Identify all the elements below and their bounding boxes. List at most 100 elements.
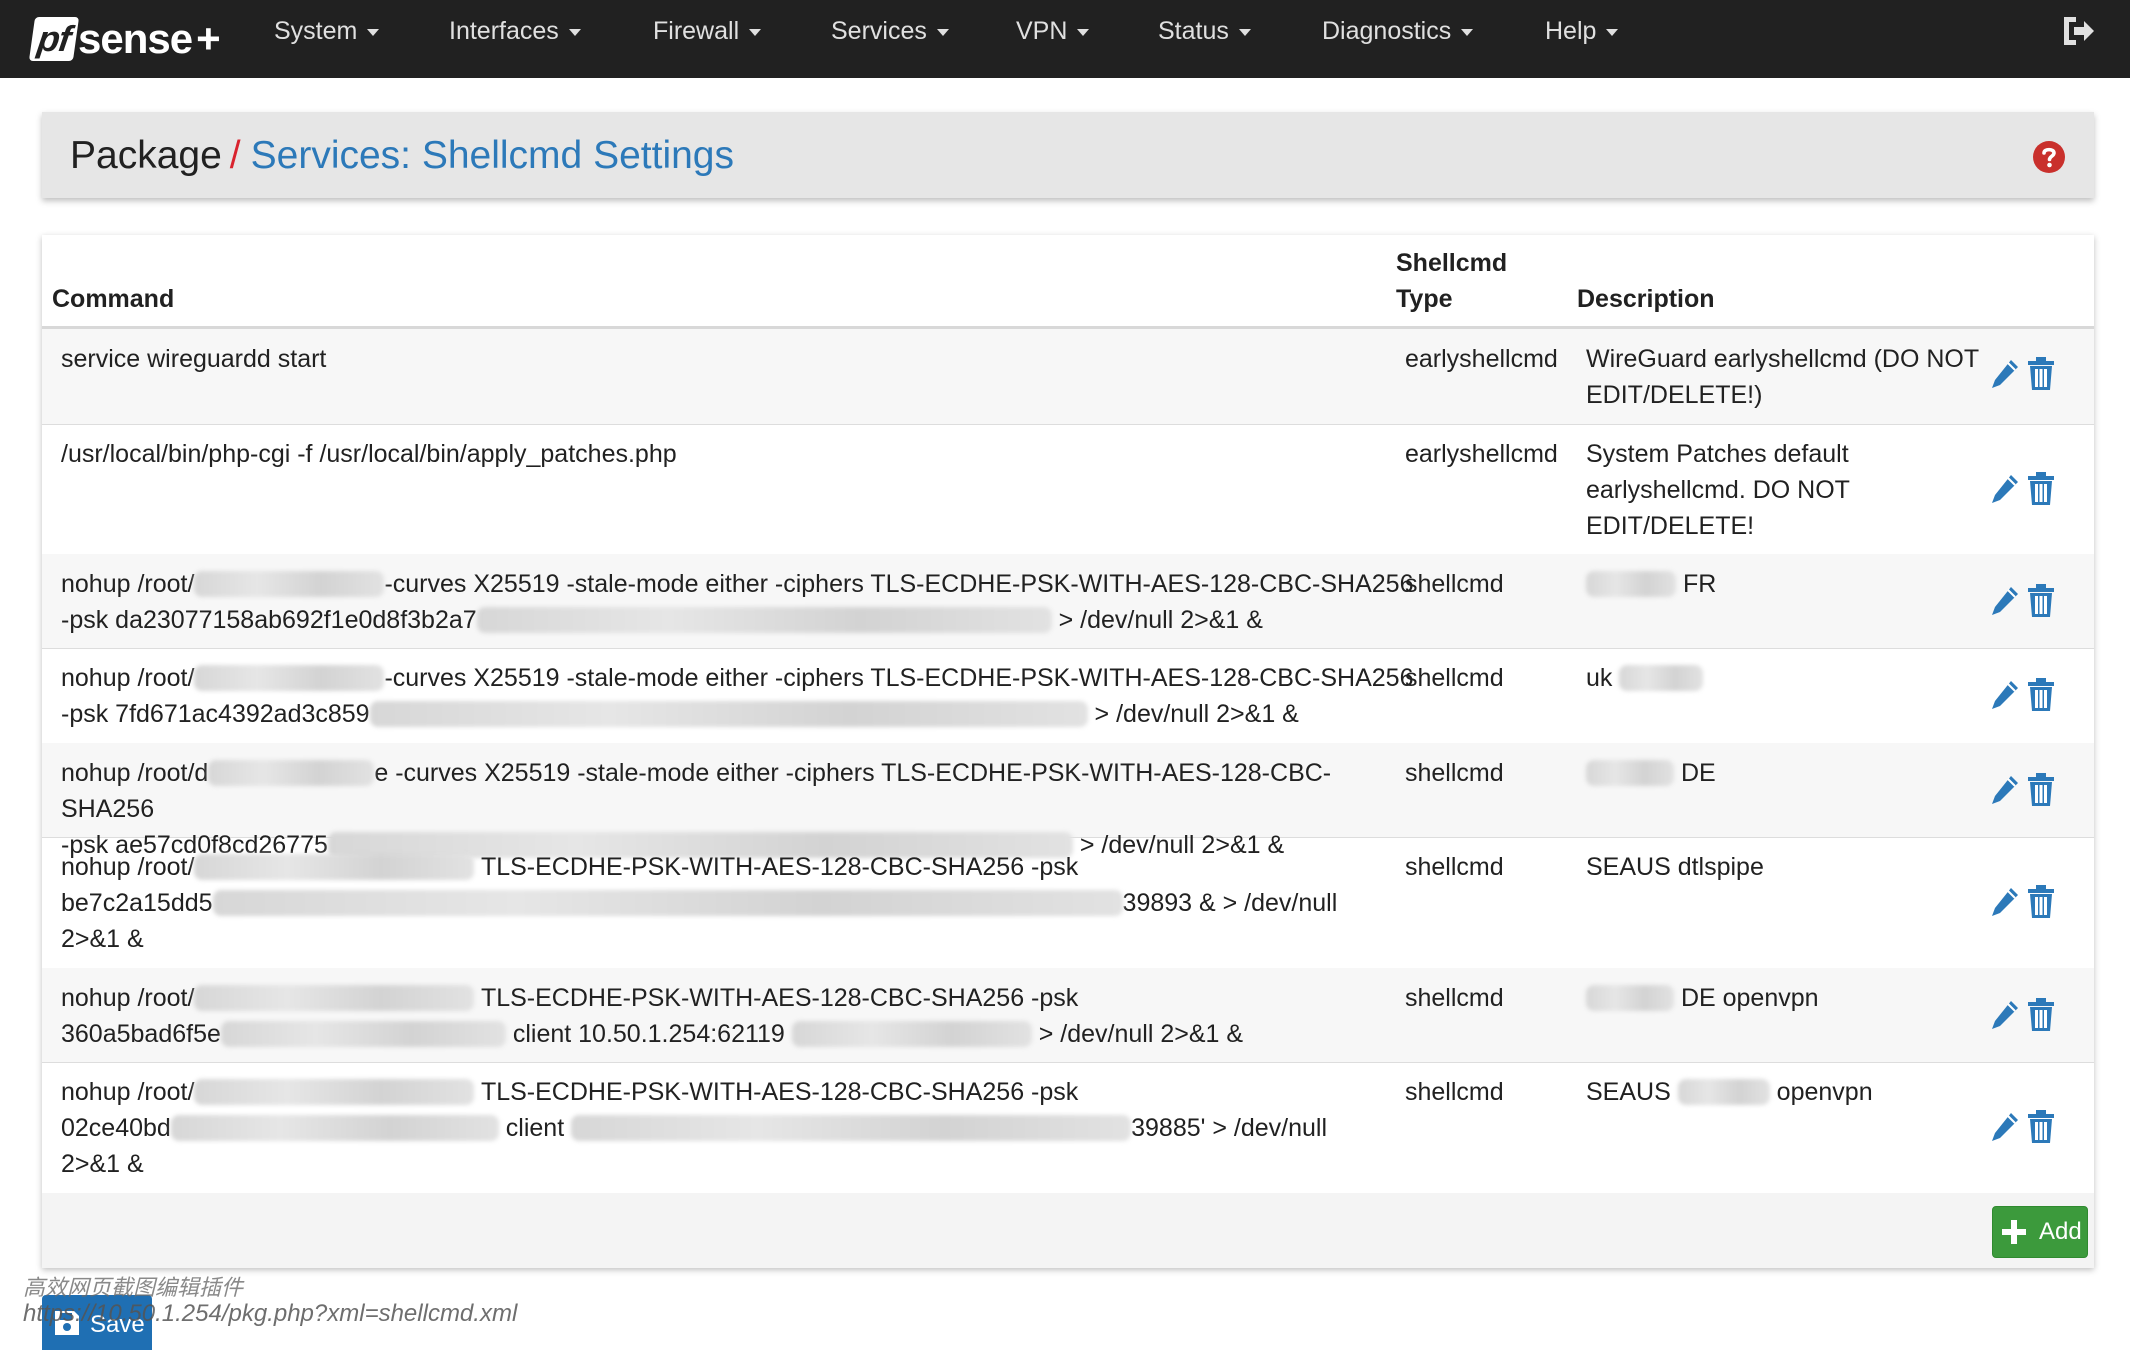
- table-row: nohup /root/ TLS-ECDHE-PSK-WITH-AES-128-…: [42, 968, 2094, 1063]
- description-text: uk: [1586, 664, 1613, 692]
- redacted-text: [194, 854, 475, 880]
- description-cell: DE: [1586, 755, 1981, 791]
- command-text: /usr/local/bin/php-cgi -f /usr/local/bin…: [61, 440, 677, 468]
- caret-down-icon: [367, 28, 380, 36]
- redacted-text: [1586, 985, 1674, 1011]
- redacted-text: [369, 701, 1088, 727]
- caret-down-icon: [1238, 28, 1251, 36]
- nav-menu-interfaces[interactable]: Interfaces: [449, 0, 581, 62]
- description-line: System Patches default: [1586, 440, 1849, 468]
- description-cell: uk: [1586, 660, 1981, 696]
- pencil-icon[interactable]: [1989, 998, 2021, 1032]
- logout-icon[interactable]: [2060, 14, 2096, 48]
- table-row: /usr/local/bin/php-cgi -f /usr/local/bin…: [42, 424, 2094, 555]
- redacted-text: [571, 1115, 1132, 1141]
- nav-menu-firewall[interactable]: Firewall: [653, 0, 762, 62]
- trash-icon[interactable]: [2027, 1110, 2055, 1144]
- redacted-text: [1586, 760, 1674, 786]
- nav-menu-label: Help: [1545, 17, 1597, 45]
- breadcrumb-panel: Package / Services: Shellcmd Settings: [42, 112, 2094, 198]
- pencil-icon[interactable]: [1989, 472, 2021, 506]
- command-text: nohup /root/: [61, 984, 195, 1012]
- description-text: SEAUS: [1586, 1078, 1671, 1106]
- command-text: -curves X25519 -stale-mode either -ciphe…: [384, 570, 1414, 598]
- description-cell: DE openvpn: [1586, 980, 1981, 1016]
- pencil-icon[interactable]: [1989, 885, 2021, 919]
- description-line: earlyshellcmd. DO NOT: [1586, 476, 1850, 504]
- plus-icon: [2002, 1220, 2026, 1244]
- description-text: DE openvpn: [1680, 984, 1819, 1012]
- pencil-icon[interactable]: [1989, 1110, 2021, 1144]
- command-text: TLS-ECDHE-PSK-WITH-AES-128-CBC-SHA256 -p…: [480, 984, 1079, 1012]
- redacted-text: [1677, 1079, 1770, 1105]
- trash-icon[interactable]: [2027, 998, 2055, 1032]
- description-text: DE: [1680, 759, 1716, 787]
- type-cell: shellcmd: [1405, 570, 1504, 598]
- command-text: 02ce40bd: [61, 1114, 171, 1142]
- trash-icon[interactable]: [2027, 584, 2055, 618]
- pencil-icon[interactable]: [1989, 584, 2021, 618]
- table-row: nohup /root/ TLS-ECDHE-PSK-WITH-AES-128-…: [42, 837, 2094, 969]
- command-text: > /dev/null 2>&1 &: [1094, 700, 1299, 728]
- description-cell: System Patches default earlyshellcmd. DO…: [1586, 436, 1981, 544]
- trash-icon[interactable]: [2027, 885, 2055, 919]
- pencil-icon[interactable]: [1989, 773, 2021, 807]
- command-text: client: [505, 1114, 565, 1142]
- command-text: be7c2a15dd5: [61, 889, 213, 917]
- command-cell: nohup /root/ -curves X25519 -stale-mode e…: [61, 566, 1421, 638]
- nav-menu-diagnostics[interactable]: Diagnostics: [1322, 0, 1474, 62]
- command-text: 39893 & > /dev/null: [1122, 889, 1338, 917]
- redacted-text: [1619, 665, 1704, 691]
- add-button[interactable]: Add: [1992, 1206, 2088, 1258]
- status-bar-url: https://10.50.1.254/pkg.php?xml=shellcmd…: [23, 1300, 518, 1327]
- command-text: nohup /root/: [61, 1078, 195, 1106]
- nav-menu-label: Diagnostics: [1322, 17, 1452, 45]
- nav-menu-system[interactable]: System: [274, 0, 380, 62]
- command-text: 360a5bad6f5e: [61, 1020, 221, 1048]
- table-row: nohup /root/ -curves X25519 -stale-mode e…: [42, 648, 2094, 744]
- type-cell: shellcmd: [1405, 664, 1504, 692]
- column-header-type-line1: Shellcmd: [1396, 249, 1508, 277]
- caret-down-icon: [936, 28, 949, 36]
- type-cell: shellcmd: [1405, 984, 1504, 1012]
- column-header-command: Command: [52, 285, 175, 313]
- type-cell: earlyshellcmd: [1405, 345, 1558, 373]
- command-cell: nohup /root/ -curves X25519 -stale-mode e…: [61, 660, 1421, 732]
- nav-menu-services[interactable]: Services: [831, 0, 949, 62]
- type-cell: shellcmd: [1405, 1078, 1504, 1106]
- command-text: client 10.50.1.254:62119: [512, 1020, 785, 1048]
- redacted-text: [476, 607, 1052, 633]
- command-text: 2>&1 &: [61, 925, 144, 953]
- description-line: EDIT/DELETE!: [1586, 512, 1755, 540]
- trash-icon[interactable]: [2027, 773, 2055, 807]
- command-text: 2>&1 &: [61, 1150, 144, 1178]
- question-circle-icon[interactable]: [2032, 140, 2066, 174]
- pencil-icon[interactable]: [1989, 357, 2021, 391]
- nav-menu-help[interactable]: Help: [1545, 0, 1619, 62]
- caret-down-icon: [1077, 28, 1090, 36]
- nav-menu-status[interactable]: Status: [1158, 0, 1251, 62]
- command-text: service wireguardd start: [61, 345, 327, 373]
- caret-down-icon: [568, 28, 581, 36]
- description-text: FR: [1682, 570, 1717, 598]
- nav-menu-vpn[interactable]: VPN: [1016, 0, 1090, 62]
- trash-icon[interactable]: [2027, 678, 2055, 712]
- column-header-description: Description: [1577, 285, 1715, 313]
- trash-icon[interactable]: [2027, 472, 2055, 506]
- breadcrumb-root: Package: [70, 134, 222, 177]
- command-text: -curves X25519 -stale-mode either -ciphe…: [384, 664, 1414, 692]
- trash-icon[interactable]: [2027, 357, 2055, 391]
- breadcrumb-separator: /: [229, 134, 241, 177]
- logo-sense: sense: [77, 15, 193, 62]
- top-navbar: pf sense + System Interfaces Firewall Se…: [0, 0, 2130, 78]
- breadcrumb-current-link[interactable]: Services: Shellcmd Settings: [251, 134, 734, 177]
- redacted-text: [194, 665, 385, 691]
- redacted-text: [791, 1021, 1032, 1047]
- type-cell: earlyshellcmd: [1405, 440, 1558, 468]
- nav-menu-label: Firewall: [653, 17, 740, 45]
- command-text: nohup /root/: [61, 664, 195, 692]
- command-text: 39885' > /dev/null: [1131, 1114, 1328, 1142]
- add-button-label: Add: [2039, 1218, 2082, 1245]
- pencil-icon[interactable]: [1989, 678, 2021, 712]
- pfsense-logo[interactable]: pf sense +: [28, 6, 221, 72]
